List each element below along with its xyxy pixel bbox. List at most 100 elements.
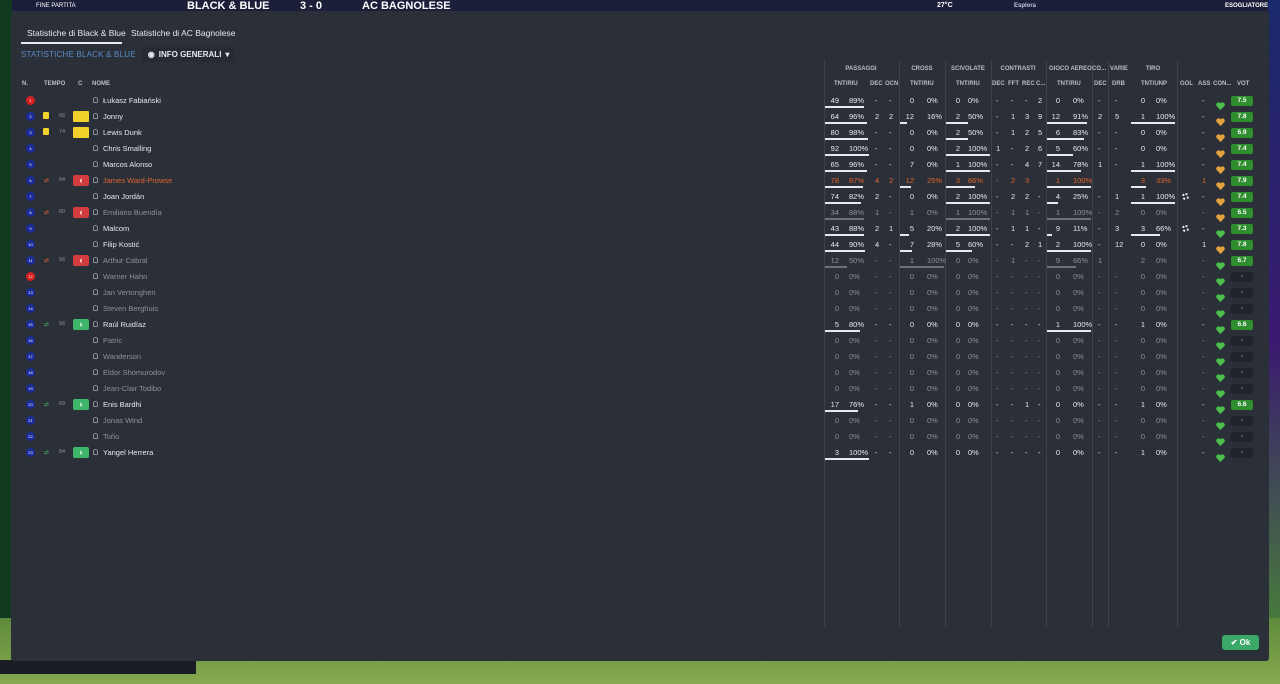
player-name[interactable]: Malcom: [103, 224, 129, 233]
tiro-attempts: 0: [1140, 288, 1145, 297]
passaggi-pct: 0%: [849, 432, 860, 441]
tab-home-stats[interactable]: Statistiche di Black & Blue: [27, 28, 126, 38]
contrasti-c: -: [1038, 336, 1041, 345]
substitution-off-icon: ⇄: [44, 258, 50, 264]
player-name[interactable]: James Ward-Prowse: [103, 176, 172, 185]
passaggi-bar: [825, 458, 869, 460]
passaggi-bar: [825, 266, 847, 268]
assist: -: [1202, 336, 1205, 345]
contrasti-fft: 1: [1011, 112, 1016, 121]
player-name[interactable]: Raúl Ruidíaz: [103, 320, 146, 329]
player-name[interactable]: Marcos Alonso: [103, 160, 152, 169]
substituted-on-button[interactable]: ›: [73, 319, 89, 330]
passaggi-ocn: -: [889, 144, 892, 153]
scivolate-pct: 100%: [968, 208, 988, 217]
assist: -: [1202, 320, 1205, 329]
cross-pct: 0%: [927, 208, 938, 217]
player-name[interactable]: Jonas Wind: [103, 416, 142, 425]
ok-button[interactable]: ✔ Ok: [1222, 635, 1259, 650]
contrasti-c: 1: [1038, 240, 1043, 249]
player-name[interactable]: Joan Jordán: [103, 192, 144, 201]
passaggi-attempts: 92: [830, 144, 839, 153]
passaggi-pct: 0%: [849, 384, 860, 393]
rating-badge: 7.3: [1231, 224, 1253, 234]
player-name[interactable]: Eldor Shomurodov: [103, 368, 165, 377]
minute: 69: [59, 401, 66, 407]
contrasti-fft: 1: [1011, 128, 1016, 137]
shirt-number-badge: 10: [26, 240, 35, 249]
player-name[interactable]: Chris Smalling: [103, 144, 151, 153]
tab-away-stats[interactable]: Statistiche di AC Bagnolese: [131, 28, 235, 38]
substituted-off-button[interactable]: ‹: [73, 175, 89, 186]
player-name[interactable]: Łukasz Fabiański: [103, 96, 161, 105]
aereo-pct: 91%: [1073, 112, 1089, 121]
substituted-off-button[interactable]: ‹: [73, 255, 89, 266]
cross-pct: 0%: [927, 192, 938, 201]
cross-attempts: 0: [909, 304, 914, 313]
player-name[interactable]: Filip Kostić: [103, 240, 139, 249]
contrasti-c: -: [1038, 448, 1041, 457]
assist: -: [1202, 96, 1205, 105]
rating-badge: 7.5: [1231, 96, 1253, 106]
player-name[interactable]: Jonny: [103, 112, 123, 121]
contrasti-c: -: [1038, 272, 1041, 281]
passaggi-ocn: -: [889, 240, 892, 249]
player-name[interactable]: Toño: [103, 432, 119, 441]
passaggi-pct: 0%: [849, 304, 860, 313]
player-name[interactable]: Emiliano Buendía: [103, 208, 162, 217]
captain-armband-icon: [73, 127, 89, 138]
cross-pct: 0%: [927, 288, 938, 297]
contrasti-rec: 2: [1025, 144, 1030, 153]
aereo-bar: [1047, 266, 1076, 268]
header-passaggi: PASSAGGI: [845, 66, 877, 72]
player-name[interactable]: Jean-Clair Todibo: [103, 384, 161, 393]
view-dropdown[interactable]: ◉ INFO GENERALI ▾: [141, 47, 236, 62]
substituted-on-button[interactable]: ›: [73, 399, 89, 410]
contrasti-dec: -: [996, 96, 999, 105]
aereo-pct: 60%: [1073, 144, 1089, 153]
player-name[interactable]: Jan Vertonghen: [103, 288, 156, 297]
aereo-bar: [1047, 186, 1091, 188]
player-name[interactable]: Enis Bardhi: [103, 400, 141, 409]
substituted-off-button[interactable]: ‹: [73, 207, 89, 218]
aereo-attempts: 0: [1055, 96, 1060, 105]
tiro-pct: 0%: [1156, 256, 1167, 265]
heart-icon: [1216, 369, 1225, 382]
contrasti-dec: -: [996, 400, 999, 409]
cross-pct: 0%: [927, 448, 938, 457]
rating-badge: 7.8: [1231, 240, 1253, 250]
player-name[interactable]: Warner Hahn: [103, 272, 147, 281]
passaggi-bar: [825, 122, 867, 124]
aereo-pct: 0%: [1073, 400, 1084, 409]
header-contrasti-dec: DEC: [992, 81, 1005, 87]
player-name[interactable]: Yangel Herrera: [103, 448, 153, 457]
shirt-number-badge: 18: [26, 368, 35, 377]
contrasti-rec: 2: [1025, 192, 1030, 201]
substituted-on-button[interactable]: ›: [73, 447, 89, 458]
player-name[interactable]: Wanderson: [103, 352, 141, 361]
player-name[interactable]: Lewis Dunk: [103, 128, 142, 137]
passaggi-attempts: 0: [834, 368, 839, 377]
scivolate-pct: 0%: [968, 336, 979, 345]
contrasti-c: -: [1038, 320, 1041, 329]
aereo-attempts: 2: [1055, 240, 1060, 249]
passaggi-ocn: -: [889, 272, 892, 281]
assist: -: [1202, 416, 1205, 425]
player-name[interactable]: Steven Berghuis: [103, 304, 158, 313]
header-cross-tnt-riu: TNT/RIU: [910, 81, 934, 87]
header-ass: ASS: [1198, 81, 1211, 87]
passaggi-ocn: -: [889, 352, 892, 361]
cross-attempts: 0: [909, 144, 914, 153]
contrasti-dec: -: [996, 256, 999, 265]
cross-attempts: 0: [909, 352, 914, 361]
aereo-pct: 0%: [1073, 416, 1084, 425]
tiro-attempts: 3: [1140, 176, 1145, 185]
heart-icon: [1216, 177, 1225, 190]
aereo-attempts: 0: [1055, 304, 1060, 313]
player-name[interactable]: Patric: [103, 336, 122, 345]
scivolate-pct: 0%: [968, 288, 979, 297]
contrasti-rec: -: [1025, 320, 1028, 329]
heart-icon: [1216, 433, 1225, 446]
player-name[interactable]: Arthur Cabral: [103, 256, 148, 265]
stats-modal: Statistiche di Black & Blue Statistiche …: [11, 11, 1269, 661]
